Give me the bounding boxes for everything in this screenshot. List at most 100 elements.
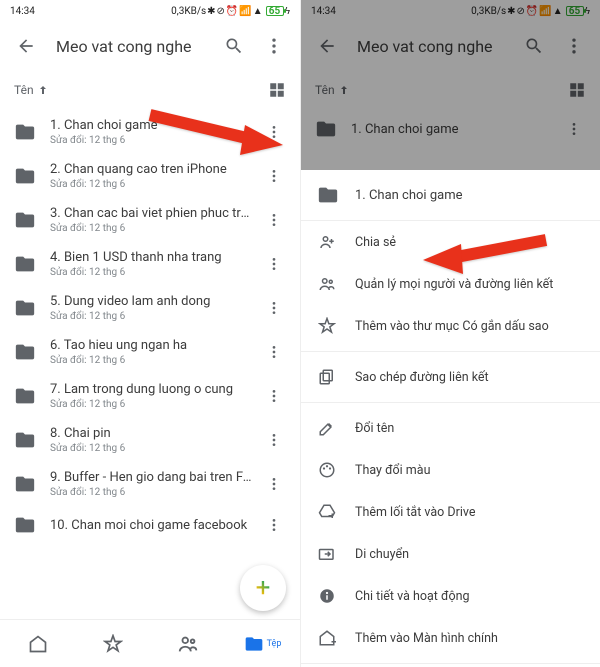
- item-menu-button[interactable]: [266, 300, 290, 316]
- menu-item-label: Chia sẻ: [355, 235, 396, 250]
- info-icon: [318, 587, 336, 605]
- list-item[interactable]: 7. Lam trong dung luong o cung Sửa đổi: …: [0, 374, 300, 418]
- list-item[interactable]: 4. Bien 1 USD thanh nha trang Sửa đổi: 1…: [0, 242, 300, 286]
- list-item[interactable]: 10. Chan moi choi game facebook: [0, 506, 300, 544]
- list-header: Tên: [0, 70, 300, 110]
- menu-item-drive[interactable]: Thêm lối tắt vào Drive: [301, 491, 600, 533]
- nav-files[interactable]: Tệp: [225, 620, 300, 667]
- list-item[interactable]: 3. Chan cac bai viet phien phuc tren f..…: [0, 198, 300, 242]
- file-title: 3. Chan cac bai viet phien phuc tren f..…: [50, 206, 252, 221]
- wifi-icon: ▲: [553, 6, 563, 17]
- file-subtitle: Sửa đổi: 12 thg 6: [50, 443, 252, 454]
- list-item[interactable]: 5. Dung video lam anh dong Sửa đổi: 12 t…: [0, 286, 300, 330]
- menu-item-label: Chi tiết và hoạt động: [355, 589, 470, 604]
- view-grid-button[interactable]: [268, 81, 286, 99]
- file-list[interactable]: 1. Chan choi game Sửa đổi: 12 thg 6 2. C…: [0, 110, 300, 619]
- nav-home[interactable]: [0, 620, 75, 667]
- overflow-button[interactable]: [556, 28, 592, 64]
- fab-new[interactable]: +: [240, 565, 286, 611]
- nav-starred[interactable]: [75, 620, 150, 667]
- item-menu-button[interactable]: [266, 344, 290, 360]
- battery-icon: 65: [564, 6, 584, 16]
- grid-icon: [268, 81, 286, 99]
- bluetooth-icon: ✱: [507, 6, 515, 17]
- star-icon-wrap: [317, 316, 337, 336]
- arrow-back-icon: [16, 36, 36, 56]
- drive-icon-wrap: [317, 502, 337, 522]
- battery-icon: 65: [264, 6, 284, 16]
- more-vert-icon: [266, 344, 282, 360]
- menu-item-move[interactable]: Di chuyển: [301, 533, 600, 575]
- list-item[interactable]: 8. Chai pin Sửa đổi: 12 thg 6: [0, 418, 300, 462]
- view-grid-button[interactable]: [568, 81, 586, 99]
- item-menu-button[interactable]: [566, 121, 590, 137]
- overflow-button[interactable]: [256, 28, 292, 64]
- page-title: Meo vat cong nghe: [56, 37, 212, 56]
- folder-icon: [14, 165, 36, 187]
- home-add-icon-wrap: [317, 628, 337, 648]
- back-button[interactable]: [309, 28, 345, 64]
- list-item[interactable]: 6. Tao hieu ung ngan ha Sửa đổi: 12 thg …: [0, 330, 300, 374]
- menu-item-rename[interactable]: Đổi tên: [301, 407, 600, 449]
- item-menu-button[interactable]: [266, 517, 290, 533]
- bottom-nav: Tệp: [0, 619, 300, 667]
- item-menu-button[interactable]: [266, 432, 290, 448]
- sort-button[interactable]: Tên: [14, 83, 49, 97]
- screen-file-list: 14:34 0,3KB/s ✱ ⊘ ⏰ 📶 ▲ 65 ϟ Meo vat con…: [0, 0, 300, 667]
- item-menu-button[interactable]: [266, 212, 290, 228]
- sort-button[interactable]: Tên: [315, 83, 350, 97]
- list-item[interactable]: 1. Chan choi game: [301, 110, 600, 148]
- folder-icon: [14, 209, 36, 231]
- menu-list: Chia sẻQuản lý mọi người và đường liên k…: [301, 221, 600, 667]
- folder-icon: [14, 514, 36, 536]
- item-menu-button[interactable]: [266, 388, 290, 404]
- app-bar: Meo vat cong nghe: [0, 22, 300, 70]
- file-title: 7. Lam trong dung luong o cung: [50, 382, 252, 397]
- search-button[interactable]: [216, 28, 252, 64]
- more-vert-icon: [564, 36, 584, 56]
- more-vert-icon: [264, 36, 284, 56]
- menu-item-label: Sao chép đường liên kết: [355, 370, 489, 385]
- menu-item-info[interactable]: Chi tiết và hoạt động: [301, 575, 600, 617]
- menu-item-label: Đổi tên: [355, 421, 394, 436]
- sort-label: Tên: [14, 83, 34, 97]
- menu-item-home-add[interactable]: Thêm vào Màn hình chính: [301, 617, 600, 659]
- menu-item-star[interactable]: Thêm vào thư mục Có gắn dấu sao: [301, 305, 600, 347]
- move-icon: [318, 545, 336, 563]
- file-title: 2. Chan quang cao tren iPhone: [50, 162, 252, 177]
- more-vert-icon: [266, 300, 282, 316]
- more-vert-icon: [266, 256, 282, 272]
- file-subtitle: Sửa đổi: 12 thg 6: [50, 179, 252, 190]
- menu-divider: [301, 351, 600, 352]
- more-vert-icon: [266, 517, 282, 533]
- folder-icon: [14, 429, 36, 451]
- status-indicators: 0,3KB/s ✱ ⊘ ⏰ 📶 ▲ 65 ϟ: [171, 6, 290, 17]
- menu-item-label: Di chuyển: [355, 547, 409, 562]
- nav-shared[interactable]: [150, 620, 225, 667]
- file-title: 5. Dung video lam anh dong: [50, 294, 252, 309]
- menu-divider: [301, 402, 600, 403]
- signal-icon: 📶: [539, 6, 551, 17]
- more-vert-icon: [266, 388, 282, 404]
- arrow-up-icon: [338, 84, 350, 96]
- alarm-icon: ⏰: [226, 6, 238, 17]
- status-time: 14:34: [311, 6, 336, 17]
- file-subtitle: Sửa đổi: 12 thg 6: [50, 487, 252, 498]
- item-menu-button[interactable]: [266, 476, 290, 492]
- file-subtitle: Sửa đổi: 12 thg 6: [50, 223, 252, 234]
- menu-item-copy-link[interactable]: Sao chép đường liên kết: [301, 356, 600, 398]
- item-menu-button[interactable]: [266, 168, 290, 184]
- file-title: 6. Tao hieu ung ngan ha: [50, 338, 252, 353]
- folder-icon: [14, 473, 36, 495]
- file-title: 9. Buffer - Hen gio dang bai tren Face..…: [50, 470, 252, 485]
- menu-item-label: Thay đổi màu: [355, 463, 430, 478]
- search-button[interactable]: [516, 28, 552, 64]
- status-indicators: 0,3KB/s ✱ ⊘ ⏰ 📶 ▲ 65 ϟ: [471, 6, 590, 17]
- plus-icon: +: [256, 573, 271, 603]
- back-button[interactable]: [8, 28, 44, 64]
- menu-item-palette[interactable]: Thay đổi màu: [301, 449, 600, 491]
- more-vert-icon: [266, 212, 282, 228]
- list-item[interactable]: 9. Buffer - Hen gio dang bai tren Face..…: [0, 462, 300, 506]
- item-menu-button[interactable]: [266, 256, 290, 272]
- list-item[interactable]: 2. Chan quang cao tren iPhone Sửa đổi: 1…: [0, 154, 300, 198]
